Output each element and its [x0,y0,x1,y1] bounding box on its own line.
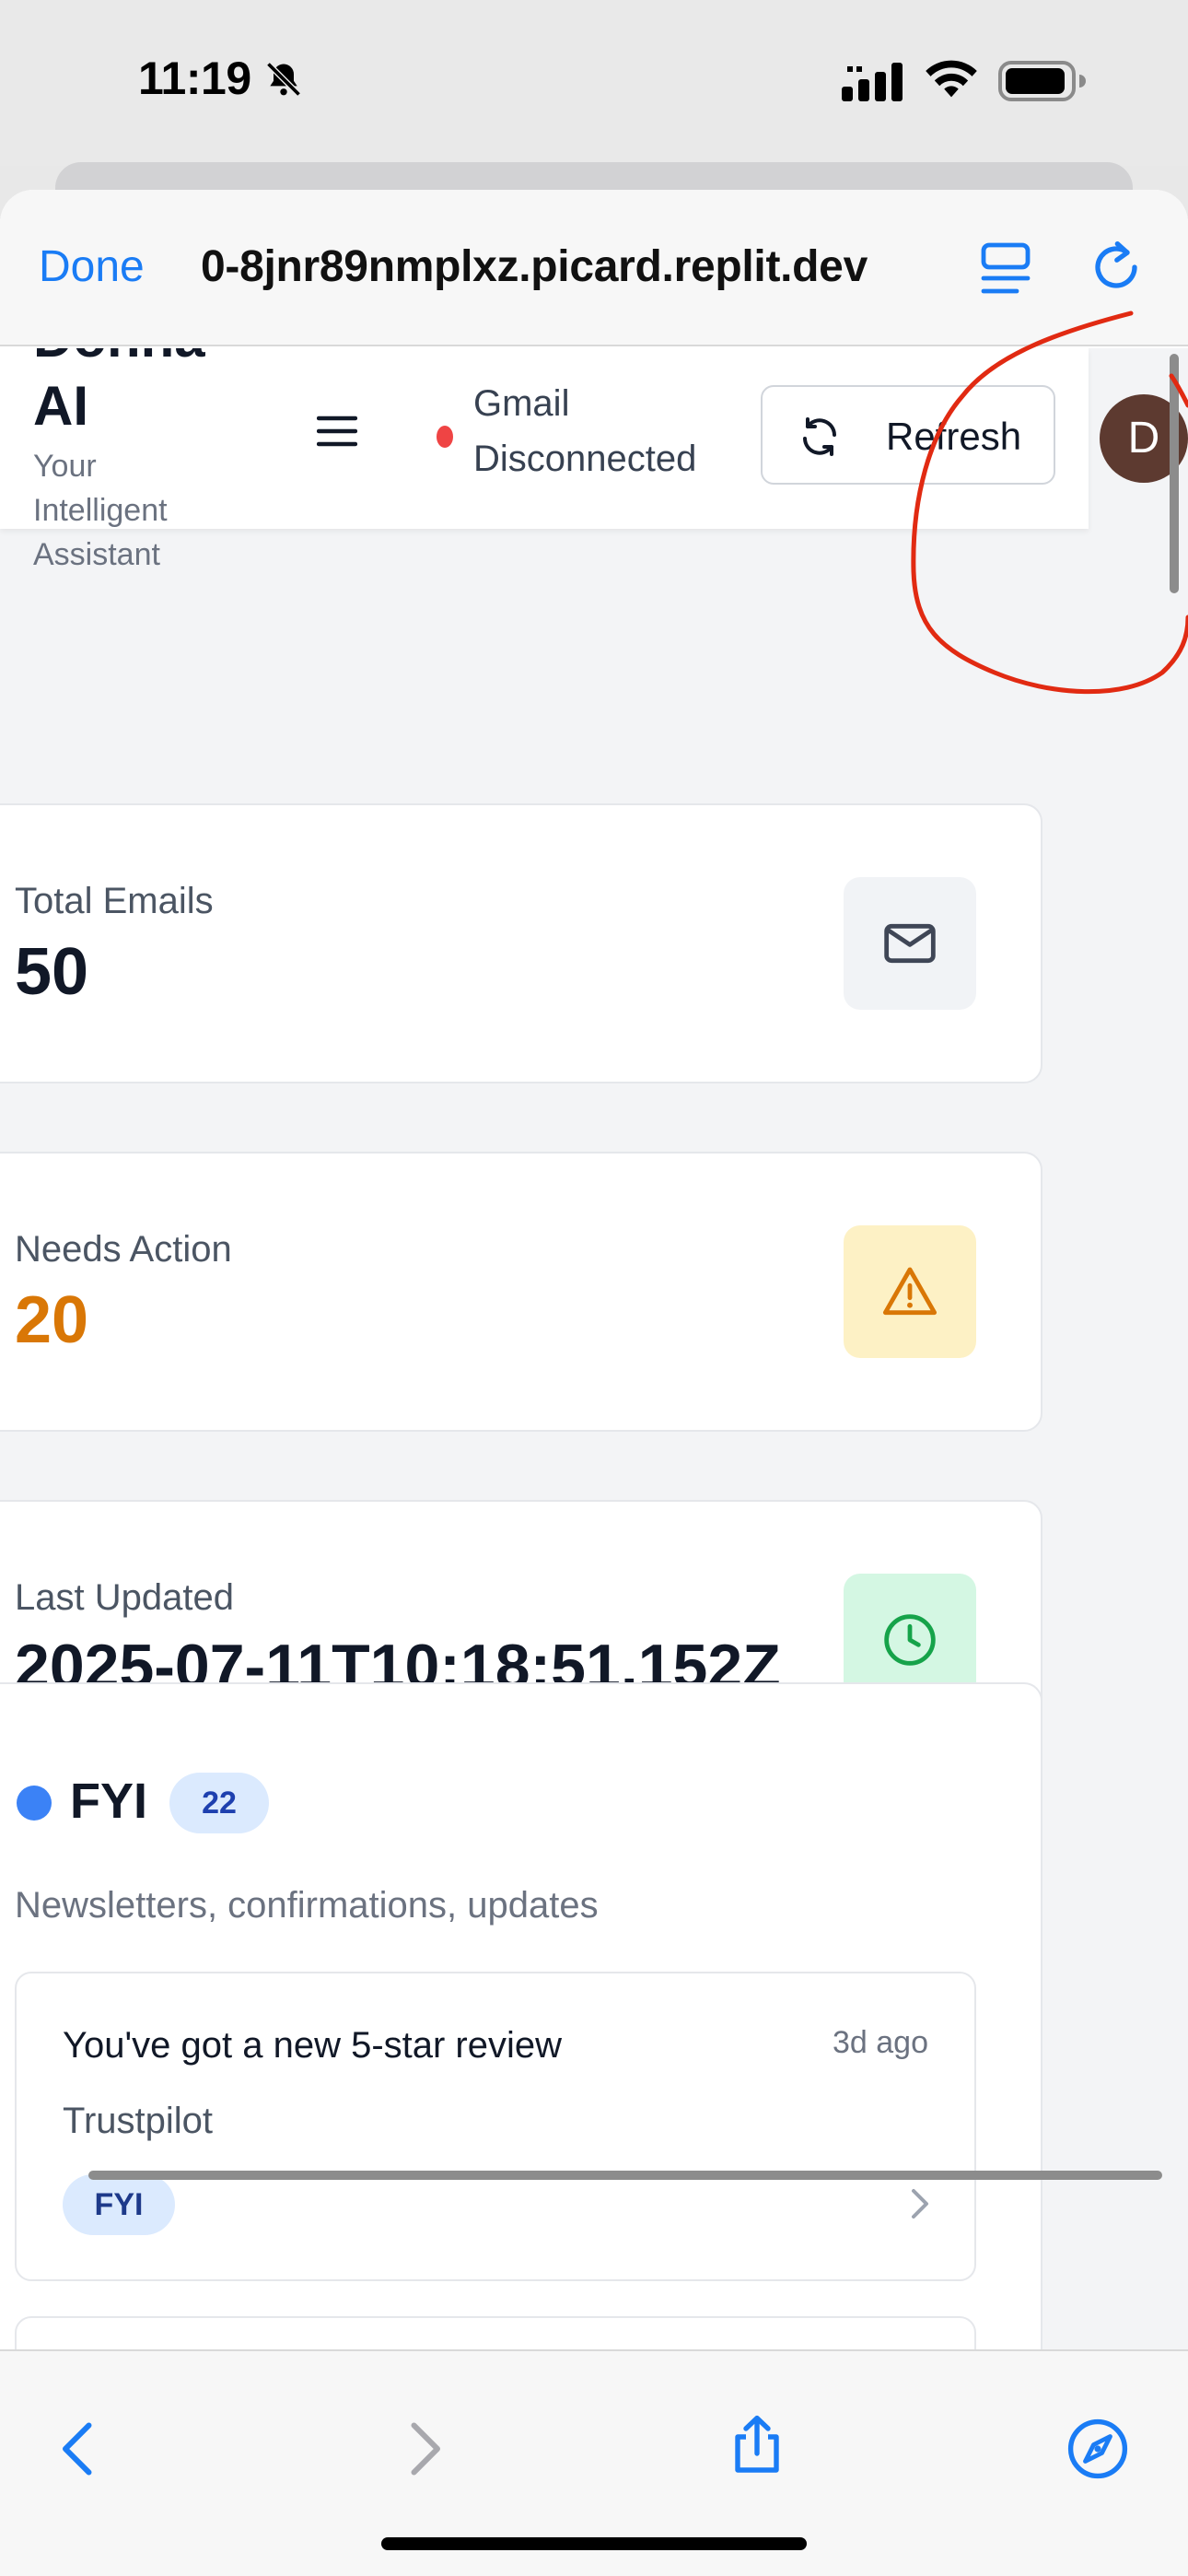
clock-icon [884,1614,936,1666]
category-count-badge: 22 [169,1773,269,1833]
email-category-tag: FYI [63,2174,175,2235]
stat-label: Last Updated [15,1577,234,1618]
email-subject: You've got a new 5-star review [63,2025,563,2066]
reader-view-icon[interactable] [980,241,1031,297]
done-button[interactable]: Done [39,241,145,292]
email-list-item[interactable] [15,2316,976,2349]
chevron-right-icon [912,2189,928,2219]
category-card-fyi: FYI 22 Newsletters, confirmations, updat… [0,1682,1042,2349]
stat-icon-box [844,1225,976,1358]
battery-icon [998,61,1086,101]
hamburger-menu-icon[interactable] [317,413,357,450]
web-content: Donna AI Your Intelligent Assistant Gmai… [0,348,1188,2349]
status-bar: 11:19 [0,0,1188,166]
email-timestamp: 3d ago [833,2025,928,2060]
brand-name: AI [33,375,88,437]
stat-card-needs-action: Needs Action 20 [0,1152,1042,1432]
safari-compass-icon[interactable] [1065,2416,1131,2482]
cellular-signal-icon [842,63,903,101]
mail-icon [884,923,936,964]
app-header: Donna AI Your Intelligent Assistant Gmai… [0,348,1188,572]
refresh-button[interactable]: Refresh [761,385,1055,485]
home-indicator[interactable] [381,2537,807,2550]
brand-tagline: Your Intelligent Assistant [33,449,168,572]
email-list-item[interactable]: You've got a new 5-star review 3d ago Tr… [15,1972,976,2281]
refresh-label: Refresh [886,415,1022,458]
vertical-scrollbar[interactable] [1170,354,1179,593]
stat-label: Total Emails [15,881,214,921]
stat-card-total-emails: Total Emails 50 [0,803,1042,1083]
browser-top-bar: Done 0-8jnr89nmplxz.picard.replit.dev [0,190,1188,346]
brand-name-top: Donna [33,348,205,369]
stat-icon-box [844,877,976,1010]
connection-status-dot [437,426,453,448]
category-color-dot [17,1786,52,1821]
bell-off-icon [266,62,301,97]
reload-icon[interactable] [1087,238,1146,297]
url-display[interactable]: 0-8jnr89nmplxz.picard.replit.dev [201,241,938,300]
stat-label: Needs Action [15,1229,232,1270]
forward-icon[interactable] [390,2416,457,2482]
status-time: 11:19 [138,53,251,104]
horizontal-scrollbar[interactable] [88,2171,1162,2180]
gmail-status-text: Gmail Disconnected [473,383,697,479]
in-app-browser: Done 0-8jnr89nmplxz.picard.replit.dev Do… [0,190,1188,2576]
wifi-icon [926,60,977,98]
back-icon[interactable] [46,2416,112,2482]
category-description: Newsletters, confirmations, updates [15,1885,599,1926]
email-sender: Trustpilot [63,2101,214,2141]
stat-value: 50 [15,935,89,1009]
refresh-icon [803,417,836,456]
category-title: FYI [70,1774,148,1829]
share-icon[interactable] [724,2412,790,2478]
stat-value: 20 [15,1283,89,1357]
warning-icon [882,1267,938,1316]
